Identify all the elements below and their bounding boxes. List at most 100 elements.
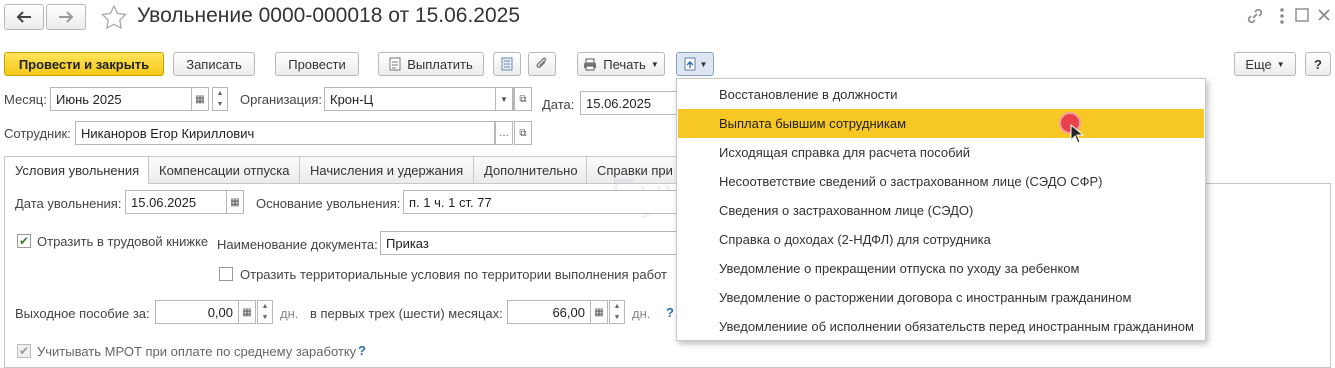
employee-label: Сотрудник: [4, 126, 71, 141]
dismissal-date-label: Дата увольнения: [15, 196, 122, 211]
paperclip-icon [536, 57, 547, 68]
arrow-right-icon [59, 11, 74, 23]
menu-item-income-certificate[interactable]: Справка о доходах (2-НДФЛ) для сотрудник… [678, 225, 1204, 254]
chevron-down-icon: ▼ [1276, 59, 1285, 69]
mrot-label: Учитывать МРОТ при оплате по среднему за… [37, 344, 357, 359]
tab-accruals-deductions[interactable]: Начисления и удержания [299, 156, 474, 183]
menu-item-contract-termination-notice[interactable]: Уведомление о расторжении договора с ино… [678, 283, 1204, 312]
first-months-label: в первых трех (шести) месяцах: [310, 306, 503, 321]
calendar-icon: ▦ [230, 196, 240, 208]
tab-vacation-compensation[interactable]: Компенсации отпуска [148, 156, 300, 183]
attachments-button[interactable] [528, 52, 556, 76]
doc-name-field[interactable]: Приказ [380, 231, 679, 255]
chevron-down-icon: ▼ [500, 94, 508, 104]
first-months-field[interactable]: 66,00 [507, 300, 591, 324]
severance-label: Выходное пособие за: [15, 306, 150, 321]
employee-select-button[interactable]: … [495, 121, 513, 145]
printer-icon [584, 58, 597, 70]
month-label: Месяц: [4, 92, 47, 107]
menu-item-leave-termination-notice[interactable]: Уведомление о прекращении отпуска по ухо… [678, 254, 1204, 283]
post-and-close-button[interactable]: Провести и закрыть [4, 52, 164, 76]
more-button[interactable]: Еще ▼ [1234, 52, 1296, 76]
tab-dismissal-conditions[interactable]: Условия увольнения [4, 156, 149, 184]
severance-field[interactable]: 0,00 [155, 300, 239, 324]
stepper-down-icon: ▼ [216, 101, 224, 108]
star-icon[interactable] [101, 5, 127, 29]
territorial-label: Отразить территориальные условия по терр… [240, 267, 667, 282]
more-label: Еще [1245, 56, 1272, 72]
close-icon[interactable] [1316, 7, 1332, 23]
month-field[interactable]: Июнь 2025 [50, 87, 192, 111]
help-icon[interactable]: ? [666, 305, 674, 320]
report-button[interactable] [493, 52, 521, 76]
pay-button[interactable]: Выплатить [378, 52, 484, 76]
menu-item-insured-mismatch[interactable]: Несоответствие сведений о застрахованном… [678, 167, 1204, 196]
open-icon: ⧉ [519, 93, 527, 105]
create-based-on-menu: Восстановление в должности Выплата бывши… [676, 78, 1206, 341]
tab-additional[interactable]: Дополнительно [473, 156, 587, 183]
days-unit-label: дн. [280, 306, 299, 321]
calculator-button[interactable]: ▦ [590, 300, 608, 324]
territorial-checkbox[interactable] [219, 267, 233, 281]
calendar-button[interactable]: ▦ [191, 87, 209, 111]
date-label: Дата: [542, 97, 575, 112]
severance-stepper[interactable]: ▲ ▼ [257, 300, 273, 324]
doc-name-label: Наименование документа: [217, 237, 378, 252]
list-icon [501, 57, 513, 71]
cursor-icon [1070, 124, 1084, 144]
menu-item-obligations-notice[interactable]: Уведомлениие об исполнении обязательств … [678, 312, 1204, 341]
stepper-up-icon: ▲ [613, 303, 621, 310]
calendar-button[interactable]: ▦ [226, 190, 244, 214]
menu-item-insured-info[interactable]: Сведения о застрахованном лице (СЭДО) [678, 196, 1204, 225]
page-title: Увольнение 0000-000018 от 15.06.2025 [137, 4, 521, 27]
link-icon[interactable] [1245, 6, 1265, 26]
dismissal-date-field[interactable]: 15.06.2025 [125, 190, 227, 214]
chevron-down-icon: ▼ [699, 59, 708, 69]
calendar-icon: ▦ [195, 93, 205, 105]
chevron-down-icon: ▼ [650, 59, 659, 69]
calculator-icon: ▦ [242, 306, 252, 318]
org-dropdown-button[interactable]: ▼ [495, 87, 513, 111]
menu-item-restore-position[interactable]: Восстановление в должности [678, 80, 1204, 109]
workbook-label: Отразить в трудовой книжке [37, 234, 209, 249]
more-vert-icon[interactable] [1277, 6, 1287, 26]
pay-label: Выплатить [407, 56, 473, 72]
menu-item-outgoing-certificate[interactable]: Исходящая справка для расчета пособий [678, 138, 1204, 167]
ellipsis-icon: … [499, 127, 509, 139]
org-open-button[interactable]: ⧉ [514, 87, 532, 111]
dismissal-basis-field[interactable]: п. 1 ч. 1 ст. 77 [403, 190, 679, 214]
calculator-button[interactable]: ▦ [238, 300, 256, 324]
help-button[interactable]: ? [1305, 52, 1331, 76]
month-stepper[interactable]: ▲ ▼ [212, 87, 228, 111]
create-based-on-button[interactable]: ▼ [676, 52, 714, 76]
employee-open-button[interactable]: ⧉ [514, 121, 532, 145]
print-label: Печать [603, 56, 646, 72]
check-icon: ✔ [18, 344, 30, 358]
stepper-up-icon: ▲ [261, 303, 269, 310]
maximize-icon[interactable] [1294, 7, 1310, 23]
arrow-left-icon [16, 11, 31, 23]
days-unit-label: дн. [632, 306, 651, 321]
calculator-icon: ▦ [594, 306, 604, 318]
mrot-checkbox[interactable]: ✔ [17, 344, 31, 358]
employee-field[interactable]: Никаноров Егор Кириллович [75, 121, 495, 145]
stepper-down-icon: ▼ [261, 314, 269, 321]
first-months-stepper[interactable]: ▲ ▼ [609, 300, 625, 324]
stepper-down-icon: ▼ [613, 314, 621, 321]
help-icon[interactable]: ? [358, 343, 366, 358]
save-button[interactable]: Записать [173, 52, 255, 76]
back-button[interactable] [4, 4, 44, 30]
org-label: Организация: [240, 92, 323, 107]
create-document-icon [684, 57, 696, 71]
date-field[interactable]: 15.06.2025 [580, 91, 680, 115]
post-button[interactable]: Провести [275, 52, 359, 76]
check-icon: ✔ [18, 234, 30, 248]
workbook-checkbox[interactable]: ✔ [17, 234, 31, 248]
stepper-up-icon: ▲ [216, 90, 224, 97]
forward-button[interactable] [46, 4, 86, 30]
print-button[interactable]: Печать ▼ [577, 52, 665, 76]
dismissal-basis-label: Основание увольнения: [256, 196, 401, 211]
organization-field[interactable]: Крон-Ц [324, 87, 514, 111]
menu-item-payment-former-employees[interactable]: Выплата бывшим сотрудникам [678, 109, 1204, 138]
open-icon: ⧉ [519, 127, 527, 139]
